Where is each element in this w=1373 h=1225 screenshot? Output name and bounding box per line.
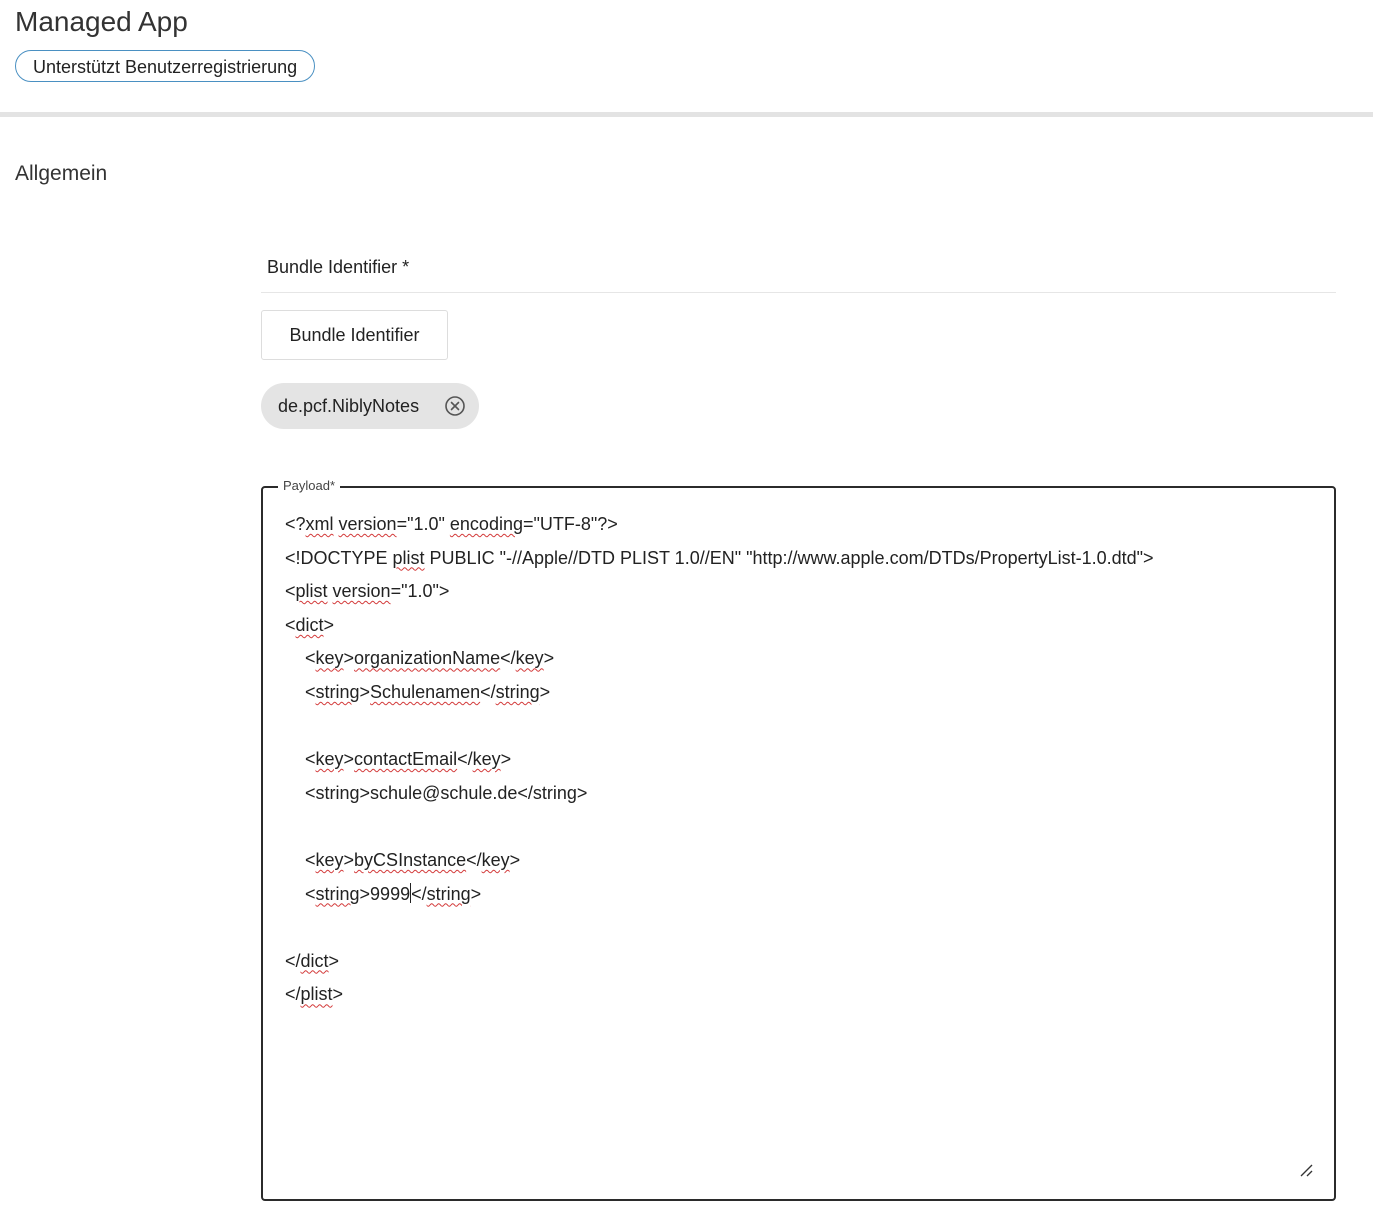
spellcheck-word: key [315,849,344,870]
spellcheck-word: version [338,514,397,534]
spellcheck-word: key [515,648,544,669]
code-text: ="UTF-8"?> [522,514,618,534]
code-text: > [359,681,371,702]
code-text: <? [285,514,306,534]
spellcheck-word: plist [295,581,328,602]
code-text: < [285,849,316,870]
spellcheck-word: xml [305,514,334,534]
payload-line: ​ [285,810,1315,844]
page-title: Managed App [15,6,188,37]
code-text: ="1.0" [396,514,450,534]
spellcheck-word: key [315,749,344,770]
code-text: > [500,749,512,770]
payload-line: <dict> [285,609,1315,643]
code-text: > [323,614,335,635]
user-enrollment-badge: Unterstützt Benutzerregistrierung [15,50,316,82]
spellcheck-word: Schulenamen [370,681,481,702]
code-text: <string>schule@schule.de</string> [285,782,588,803]
payload-line: <?xml version="1.0" encoding="UTF-8"?> [285,508,1315,542]
code-text: > [343,849,355,870]
payload-line: <plist version="1.0"> [285,575,1315,609]
payload-content[interactable]: <?xml version="1.0" encoding="UTF-8"?> <!… [285,508,1315,1012]
spellcheck-word: string [315,883,360,904]
spellcheck-word: string [315,681,360,702]
code-text: >9999 [359,883,411,904]
code-text: > [543,648,555,669]
payload-line: </dict> [285,945,1315,979]
code-text: > [328,950,340,971]
circle-x-icon[interactable] [444,395,466,417]
field-divider [261,292,1336,293]
spellcheck-word: organizationName [354,648,501,669]
payload-line: <string>Schulenamen</string> [285,676,1315,710]
code-text: > [539,681,551,702]
code-text: </ [500,648,516,669]
header-divider [0,112,1373,117]
payload-line: <key>organizationName</key> [285,642,1315,676]
code-text: > [343,749,355,770]
spellcheck-word: dict [295,614,324,635]
code-text: </ [466,849,482,870]
spellcheck-word: contactEmail [354,749,458,770]
payload-line: <key>contactEmail</key> [285,743,1315,777]
code-text: < [285,648,316,669]
bundle-identifier-label: Bundle Identifier * [267,257,410,277]
spellcheck-word: encoding [449,514,523,534]
payload-line: <string>9999</string> [285,878,1315,912]
code-text: > [509,849,521,870]
code-text: < [285,681,316,702]
spellcheck-word: key [472,749,501,770]
bundle-identifier-chip: de.pcf.NiblyNotes [261,383,479,429]
code-text: PUBLIC "-//Apple//DTD PLIST 1.0//EN" "ht… [424,547,1154,568]
spellcheck-word: dict [300,950,329,971]
code-text: </ [285,950,301,971]
code-text: ="1.0"> [390,581,450,602]
code-text: </ [285,984,301,1005]
code-text: > [343,648,355,669]
spellcheck-word: string [495,681,540,702]
payload-line: <string>schule@schule.de</string> [285,777,1315,811]
code-text: </ [480,681,496,702]
chip-label: de.pcf.NiblyNotes [278,396,420,416]
payload-line: ​ [285,710,1315,744]
spellcheck-word: plist [392,547,425,568]
spellcheck-word: plist [300,984,333,1005]
payload-line: ​ [285,911,1315,945]
payload-line: </plist> [285,978,1315,1012]
code-text: </ [457,749,473,770]
code-text: < [285,749,316,770]
payload-label: Payload* [278,477,341,495]
code-text: < [285,581,296,602]
app-header: Managed App Unterstützt Benutzerregistri… [0,0,1373,112]
code-text: > [470,883,482,904]
spellcheck-word: key [315,648,344,669]
code-text: < [285,614,296,635]
payload-line: <!DOCTYPE plist PUBLIC "-//Apple//DTD PL… [285,542,1315,576]
code-text: </ [411,883,427,904]
resize-handle-icon[interactable] [1298,1162,1314,1178]
spellcheck-word: byCSInstance [354,849,467,870]
section-title-general: Allgemein [15,162,108,185]
spellcheck-word: string [426,883,471,904]
add-bundle-identifier-button[interactable]: Bundle Identifier [261,310,448,360]
spellcheck-word: key [481,849,510,870]
code-text: < [285,883,316,904]
code-text: <!DOCTYPE [285,547,393,568]
code-text: > [332,984,344,1005]
payload-line: <key>byCSInstance</key> [285,844,1315,878]
spellcheck-word: version [332,581,391,602]
